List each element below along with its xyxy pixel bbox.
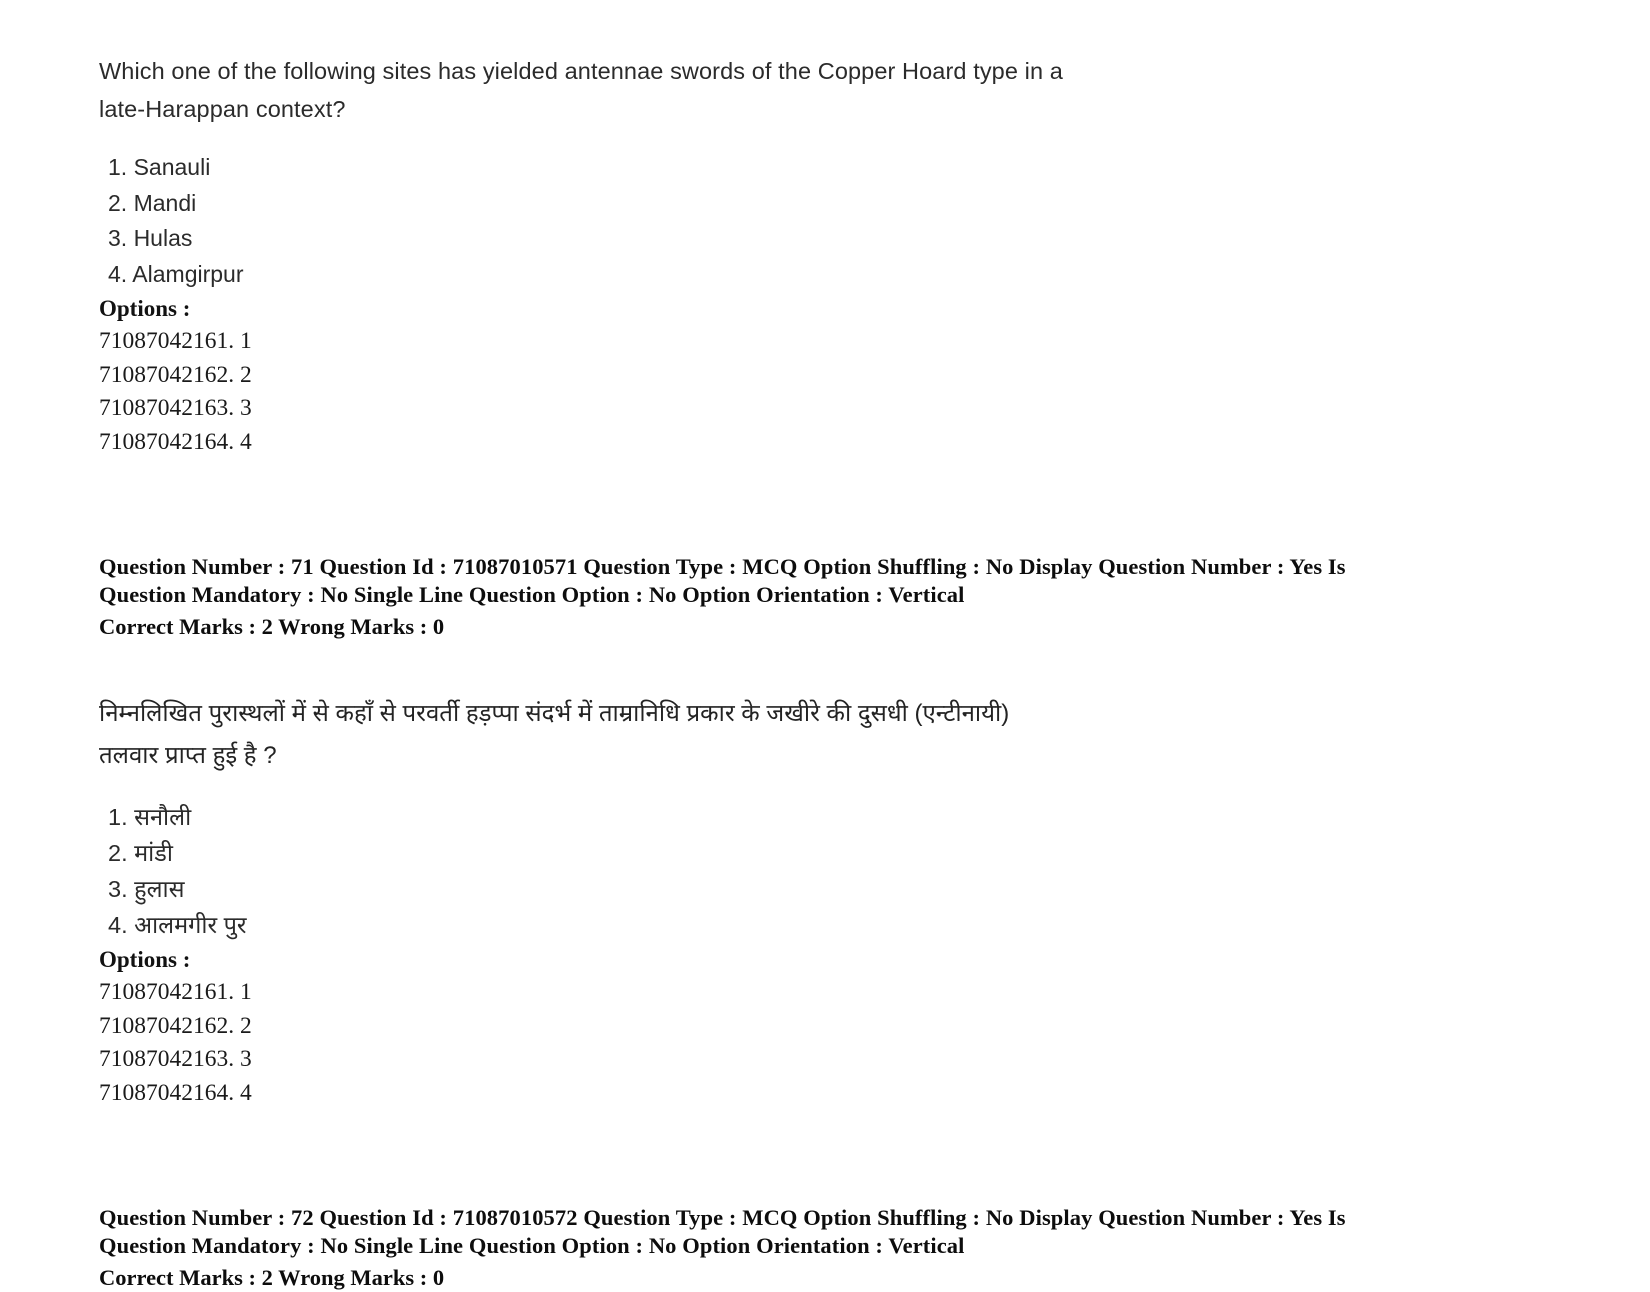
choice-item[interactable]: 4. आलमगीर पुर — [99, 907, 1519, 943]
choice-item[interactable]: 1. Sanauli — [99, 150, 1519, 186]
metadata-line: Question Number : 71 Question Id : 71087… — [99, 554, 1346, 579]
metadata-line: Question Number : 72 Question Id : 71087… — [99, 1205, 1346, 1230]
question-metadata-72: Question Number : 72 Question Id : 71087… — [99, 1204, 1519, 1260]
question-stem-line: तलवार प्राप्त हुई है ? — [99, 742, 277, 769]
question-metadata-71: Question Number : 71 Question Id : 71087… — [99, 553, 1519, 609]
options-label: Options : — [99, 296, 191, 321]
choice-item[interactable]: 3. हुलास — [99, 871, 1519, 907]
choice-item[interactable]: 3. Hulas — [99, 221, 1519, 257]
marks-line: Correct Marks : 2 Wrong Marks : 0 — [99, 1265, 445, 1290]
marks-line: Correct Marks : 2 Wrong Marks : 0 — [99, 614, 445, 639]
option-id-list-hindi: 71087042161. 1 71087042162. 2 7108704216… — [99, 976, 1519, 1110]
document-page: Which one of the following sites has yie… — [0, 0, 1650, 1290]
question-stem-hindi: निम्नलिखित पुरास्थलों में से कहाँ से परव… — [99, 693, 1519, 777]
option-id-row: 71087042164. 4 — [99, 1079, 252, 1106]
option-id-list-english: 71087042161. 1 71087042162. 2 7108704216… — [99, 325, 1519, 459]
choice-list-hindi: 1. सनौली 2. मांडी 3. हुलास 4. आलमगीर पुर — [99, 799, 1519, 943]
option-id-row: 71087042161. 1 — [99, 979, 252, 1005]
option-id-row: 71087042162. 2 — [99, 361, 252, 388]
option-id-row: 71087042162. 2 — [99, 1012, 252, 1039]
page-content: Which one of the following sites has yie… — [99, 52, 1519, 1292]
question-block-71: Which one of the following sites has yie… — [99, 52, 1519, 641]
choice-item[interactable]: 2. Mandi — [99, 186, 1519, 222]
question-stem-line: निम्नलिखित पुरास्थलों में से कहाँ से परव… — [99, 700, 1010, 727]
choice-item[interactable]: 4. Alamgirpur — [99, 257, 1519, 293]
question-stem-line: Which one of the following sites has yie… — [99, 58, 1063, 84]
metadata-line: Question Mandatory : No Single Line Ques… — [99, 582, 965, 607]
option-id-row: 71087042163. 3 — [99, 395, 252, 421]
choice-item[interactable]: 1. सनौली — [99, 799, 1519, 835]
question-stem-english: Which one of the following sites has yie… — [99, 52, 1519, 128]
choice-item[interactable]: 2. मांडी — [99, 835, 1519, 871]
options-label: Options : — [99, 947, 191, 972]
metadata-line: Question Mandatory : No Single Line Ques… — [99, 1233, 965, 1258]
choice-list-english: 1. Sanauli 2. Mandi 3. Hulas 4. Alamgirp… — [99, 150, 1519, 292]
question-stem-line: late-Harappan context? — [99, 96, 346, 122]
question-block-72: निम्नलिखित पुरास्थलों में से कहाँ से परव… — [99, 693, 1519, 1292]
option-id-row: 71087042164. 4 — [99, 428, 252, 455]
option-id-row: 71087042161. 1 — [99, 328, 252, 354]
option-id-row: 71087042163. 3 — [99, 1046, 252, 1072]
